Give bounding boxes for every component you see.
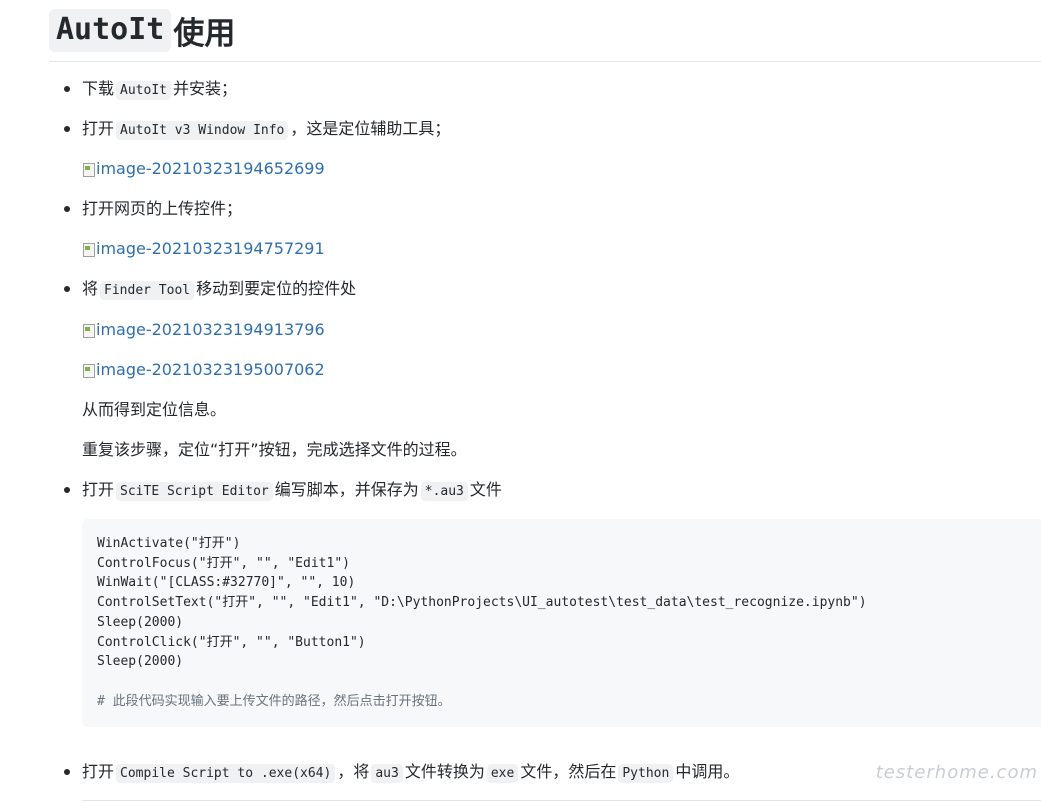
image-alt-text: image-20210323194913796 — [96, 320, 325, 339]
broken-image-icon — [82, 322, 96, 338]
page-title: AutoIt 使用 — [49, 8, 235, 53]
code-line: ControlClick("打开", "", "Button1") — [97, 634, 366, 650]
step-text: 中调用。 — [675, 762, 740, 781]
step-text: 将 — [82, 279, 99, 298]
code-comment: # 此段代码实现输入要上传文件的路径，然后点击打开按钮。 — [97, 693, 451, 709]
inline-code: Python — [618, 764, 674, 783]
step-text: 移动到要定位的控件处 — [196, 279, 357, 298]
inline-code: AutoIt v3 Window Info — [116, 121, 289, 140]
step-text: 并安装； — [172, 79, 237, 98]
bullet — [64, 487, 70, 493]
step-text: ，将 — [337, 762, 370, 781]
bullet — [64, 206, 70, 212]
code-line: Sleep(2000) — [97, 654, 184, 670]
step-text: 文件转换为 — [404, 762, 485, 781]
inline-code: *.au3 — [420, 482, 468, 501]
step-text: 打开 — [82, 480, 115, 499]
step-text: ，这是定位辅助工具； — [290, 119, 451, 138]
image-link[interactable]: image-20210323195007062 — [82, 358, 325, 382]
inline-code: SciTE Script Editor — [116, 482, 273, 501]
step-text: 文件，然后在 — [520, 762, 617, 781]
image-alt-text: image-20210323195007062 — [96, 360, 325, 379]
step-finder-tool: 将 Finder Tool 移动到要定位的控件处 — [82, 277, 356, 303]
step-text: 打开 — [82, 762, 115, 781]
inline-code: au3 — [371, 764, 403, 783]
bullet — [64, 86, 70, 92]
code-line: ControlFocus("打开", "", "Edit1") — [97, 555, 350, 571]
bullet — [64, 286, 70, 292]
step-compile: 打开 Compile Script to .exe(x64) ，将 au3 文件转换为 e… — [82, 760, 739, 786]
code-line: ControlSetText("打开", "", "Edit1", "D:\Py… — [97, 595, 867, 611]
image-alt-text: image-20210323194652699 — [96, 159, 325, 178]
step-open-window-info: 打开 AutoIt v3 Window Info ，这是定位辅助工具； — [82, 117, 450, 143]
step-text: 下载 — [82, 79, 115, 98]
code-block: WinActivate("打开") ControlFocus("打开", "", … — [82, 519, 1041, 727]
step-text: 打开 — [82, 119, 115, 138]
inline-code: AutoIt — [116, 81, 171, 100]
broken-image-icon — [82, 241, 96, 257]
code-content: WinActivate("打开") ControlFocus("打开", "", … — [97, 534, 867, 711]
step-text: 文件 — [469, 480, 502, 499]
step-text: 编写脚本，并保存为 — [274, 480, 419, 499]
bullet — [64, 126, 70, 132]
paragraph: 从而得到定位信息。 — [82, 400, 227, 419]
image-link[interactable]: image-20210323194913796 — [82, 318, 325, 342]
step-scite-editor: 打开 SciTE Script Editor 编写脚本，并保存为 *.au3 文件 — [82, 478, 502, 504]
image-alt-text: image-20210323194757291 — [96, 239, 325, 258]
step-download: 下载 AutoIt 并安装； — [82, 77, 237, 103]
inline-code: Compile Script to .exe(x64) — [116, 764, 336, 783]
inline-code: exe — [486, 764, 519, 783]
image-link[interactable]: image-20210323194757291 — [82, 237, 325, 261]
bottom-divider — [82, 800, 1041, 801]
image-link[interactable]: image-20210323194652699 — [82, 157, 325, 181]
bullet — [64, 769, 70, 775]
paragraph: 重复该步骤，定位“打开”按钮，完成选择文件的过程。 — [82, 440, 467, 459]
page-title-text: 使用 — [173, 16, 236, 52]
watermark: testerhome.com — [875, 762, 1038, 783]
title-divider — [49, 61, 1041, 62]
code-line: WinActivate("打开") — [97, 536, 241, 551]
inline-code: Finder Tool — [100, 281, 195, 300]
code-line: Sleep(2000) — [97, 614, 184, 630]
page-title-code: AutoIt — [49, 9, 172, 52]
broken-image-icon — [82, 362, 96, 378]
step-text: 打开网页的上传控件； — [82, 199, 243, 218]
step-open-upload: 打开网页的上传控件； — [82, 197, 242, 221]
broken-image-icon — [82, 161, 96, 177]
code-line: WinWait("[CLASS:#32770]", "", 10) — [97, 575, 356, 591]
